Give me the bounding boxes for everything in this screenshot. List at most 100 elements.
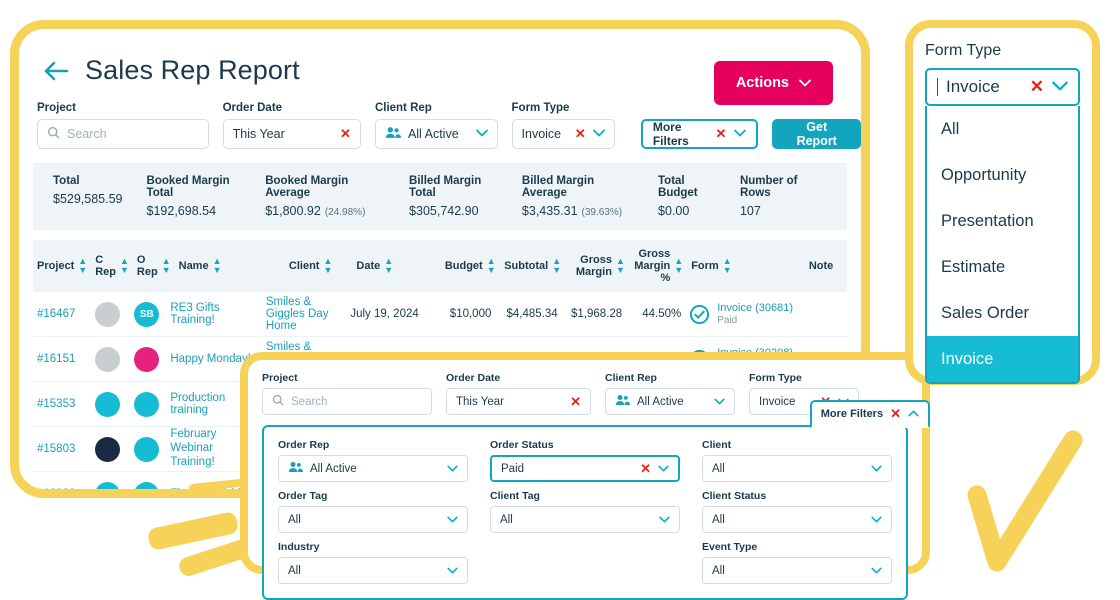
clear-icon[interactable]: ✕ [640, 461, 651, 477]
filter-client: Client All [702, 439, 892, 482]
chevron-down-icon[interactable] [659, 514, 670, 526]
client-status-select[interactable]: All [702, 506, 892, 533]
column-header-c-rep[interactable]: C Rep ▲ ▼ [91, 254, 133, 278]
order-tag-select[interactable]: All [278, 506, 468, 533]
cell-project[interactable]: #16298 [33, 488, 88, 489]
form-type-option-opportunity[interactable]: Opportunity [927, 152, 1078, 198]
filter-project-label: Project [37, 102, 76, 114]
clear-icon[interactable]: ✕ [340, 126, 351, 142]
stat-sub: (39.63%) [581, 207, 623, 218]
filter-client-tag-label: Client Tag [490, 490, 540, 502]
industry-select[interactable]: All [278, 557, 468, 584]
chevron-down-icon[interactable] [447, 514, 458, 526]
event-type-select[interactable]: All [702, 557, 892, 584]
client-rep-value: All Active [407, 127, 459, 141]
cell-name[interactable]: RE3 Gifts Training! [166, 302, 261, 326]
avatar [95, 436, 121, 462]
cell-project[interactable]: #16151 [33, 353, 88, 365]
squiggle-annotation [146, 510, 240, 552]
form-type-option-all[interactable]: All [927, 106, 1078, 152]
clear-icon[interactable]: ✕ [716, 126, 727, 142]
order-date-value: This Year [232, 127, 285, 141]
cell-project[interactable]: #15353 [33, 398, 88, 410]
more-filters-button[interactable]: More Filters ✕ [640, 119, 759, 149]
filter-client-rep: Client Rep All Active [374, 102, 498, 149]
project-search-input[interactable]: Search [37, 119, 209, 149]
clear-icon[interactable]: ✕ [890, 406, 901, 422]
panel-filter-project: Project Search [262, 372, 432, 415]
chevron-down-icon[interactable] [447, 565, 458, 577]
filter-project: Project Search [37, 102, 209, 149]
column-header-note[interactable]: Note [805, 260, 847, 272]
order-date-select[interactable]: This Year ✕ [222, 119, 361, 149]
sort-icon: ▲ ▼ [120, 256, 129, 275]
filter-client-label: Client [702, 439, 732, 451]
column-header-client[interactable]: Client ▲ ▼ [269, 257, 353, 275]
form-type-option-estimate[interactable]: Estimate [927, 244, 1078, 290]
column-header-project[interactable]: Project ▲ ▼ [33, 257, 91, 275]
chevron-down-icon[interactable] [592, 128, 605, 140]
panel-client-rep-select[interactable]: All Active [605, 388, 735, 415]
chevron-down-icon[interactable] [734, 128, 747, 140]
chevron-down-icon[interactable] [1052, 78, 1068, 96]
event-type-value: All [712, 564, 725, 577]
get-report-button[interactable]: Get Report [772, 119, 861, 149]
stat-billed-margin-average: Billed Margin Average $3,435.31 (39.63%) [512, 175, 648, 218]
panel-project-placeholder: Search [291, 395, 328, 408]
form-type-option-sales-order[interactable]: Sales Order [927, 290, 1078, 336]
stat-billed-margin-total: Billed Margin Total $305,742.90 [399, 175, 512, 218]
panel-order-date-select[interactable]: This Year ✕ [446, 388, 591, 415]
filter-client-status-label: Client Status [702, 490, 767, 502]
form-type-popup-input[interactable]: Invoice ✕ [925, 68, 1080, 106]
sort-icon: ▲ ▼ [552, 256, 562, 275]
actions-button[interactable]: Actions [713, 61, 833, 105]
clear-icon[interactable]: ✕ [575, 126, 586, 142]
column-header-gross-margin[interactable]: Gross Margin ▲ ▼ [565, 254, 629, 278]
cell-form[interactable]: Invoice (30681) Paid [685, 302, 804, 326]
order-status-select[interactable]: Paid ✕ [490, 455, 680, 482]
chevron-down-icon[interactable] [714, 396, 725, 408]
avatar [134, 391, 160, 417]
chevron-down-icon[interactable] [871, 463, 882, 475]
people-icon [288, 461, 303, 476]
client-tag-select[interactable]: All [490, 506, 680, 533]
cell-project[interactable]: #15803 [33, 443, 88, 455]
chevron-down-icon[interactable] [658, 463, 669, 475]
panel-more-filters-toggle[interactable]: More Filters ✕ [809, 400, 930, 428]
form-link[interactable]: Invoice (30681) [717, 302, 793, 316]
column-header-gross-margin-pct[interactable]: Gross Margin % ▲ ▼ [629, 248, 687, 284]
clear-icon[interactable]: ✕ [1030, 77, 1044, 97]
column-header-form[interactable]: Form ▲ ▼ [687, 257, 805, 275]
column-header-o-rep[interactable]: O Rep ▲ ▼ [133, 254, 175, 278]
stat-label: Total [53, 175, 80, 187]
avatar [95, 301, 121, 327]
cell-budget: $10,000 [449, 308, 492, 320]
form-type-option-invoice[interactable]: Invoice [927, 336, 1078, 382]
order-rep-select[interactable]: All Active [278, 455, 468, 482]
column-header-date[interactable]: Date ▲ ▼ [352, 257, 436, 275]
chevron-down-icon[interactable] [475, 128, 488, 140]
client-rep-select[interactable]: All Active [374, 119, 498, 149]
column-header-subtotal[interactable]: Subtotal ▲ ▼ [500, 257, 566, 275]
form-type-select[interactable]: Invoice ✕ [511, 119, 615, 149]
cell-c-rep [88, 301, 127, 327]
panel-project-search-input[interactable]: Search [262, 388, 432, 415]
column-header-name[interactable]: Name ▲ ▼ [175, 257, 269, 275]
table-row[interactable]: #16467 SB RE3 Gifts Training! Smiles & G… [33, 292, 847, 337]
chevron-down-icon[interactable] [447, 463, 458, 475]
filter-order-tag-label: Order Tag [278, 490, 328, 502]
check-circle-icon [689, 304, 710, 325]
chevron-up-icon[interactable] [908, 408, 919, 420]
chevron-down-icon[interactable] [871, 514, 882, 526]
column-header-budget[interactable]: Budget ▲ ▼ [436, 257, 500, 275]
form-type-option-presentation[interactable]: Presentation [927, 198, 1078, 244]
back-arrow-icon[interactable] [41, 56, 71, 86]
stat-label: Billed Margin Average [521, 175, 595, 199]
form-type-option-list: All Opportunity Presentation Estimate Sa… [925, 106, 1080, 384]
cell-project[interactable]: #16467 [33, 308, 88, 320]
client-select[interactable]: All [702, 455, 892, 482]
chevron-down-icon[interactable] [871, 565, 882, 577]
sort-icon: ▲ ▼ [722, 256, 732, 275]
clear-icon[interactable]: ✕ [570, 394, 581, 410]
cell-client[interactable]: Smiles & Giggles Day Home [262, 296, 347, 332]
